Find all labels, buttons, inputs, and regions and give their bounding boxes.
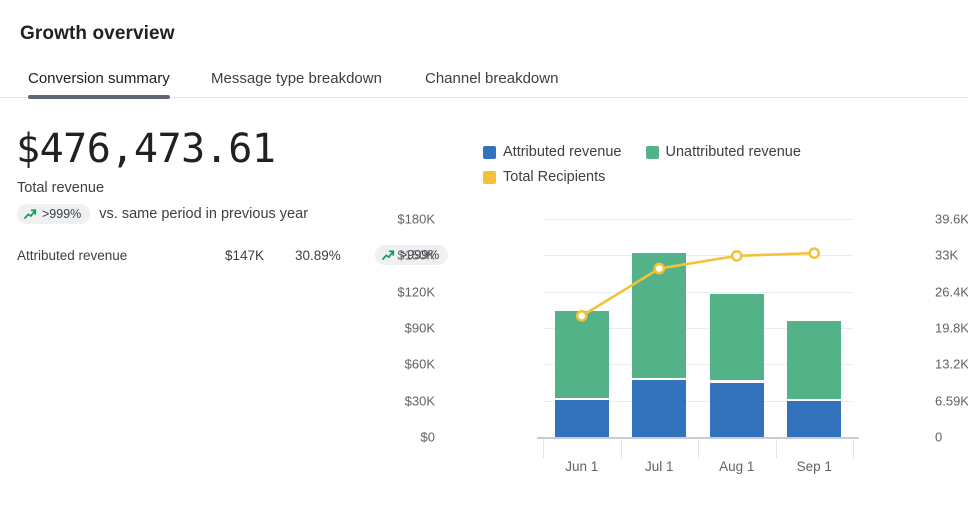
total-recipients-line [575,247,821,322]
y-axis-right-tick: 0 [935,429,943,445]
x-axis-tick [543,439,544,458]
y-axis-left-tick: $120K [397,284,435,300]
x-axis-label: Sep 1 [796,459,832,474]
y-axis-left-tick: $180K [397,211,435,227]
tab-message-type-breakdown[interactable]: Message type breakdown [211,58,382,98]
page-title: Growth overview [20,23,175,44]
legend-label: Total Recipients [503,169,606,185]
chart-legend: Attributed revenue Unattributed revenue … [483,144,903,194]
trend-up-icon [24,208,37,221]
legend-item-attributed-revenue[interactable]: Attributed revenue [483,144,622,160]
line-data-point[interactable] [653,262,666,275]
revenue-recipients-chart: $0 $30K $60K $90K $120K $150K $180K 0 6.59K 13.2K… [397,210,968,490]
legend-label: Attributed revenue [503,144,622,160]
tab-label: Channel breakdown [425,69,559,87]
y-axis-right-tick: 39.6K [935,211,968,227]
line-data-point[interactable] [808,247,821,260]
x-axis-label: Jul 1 [644,459,674,474]
legend-swatch-icon [645,145,659,159]
legend-swatch-icon [483,145,496,159]
x-axis-tick [620,439,622,458]
tab-channel-breakdown[interactable]: Channel breakdown [425,58,558,98]
total-revenue-label: Total revenue [17,180,105,196]
y-axis-left-tick: $60K [404,356,435,372]
metric-value: $147K [225,248,265,263]
y-axis-left-tick: $0 [420,429,435,445]
legend-item-total-recipients[interactable]: Total Recipients [483,169,605,185]
x-axis-tick [775,439,777,458]
growth-overview-page: Growth overview Conversion summary Messa… [0,0,968,506]
total-revenue-value: $476,473.61 [16,126,276,172]
y-axis-right-tick: 33K [935,247,959,263]
line-data-point[interactable] [575,309,588,322]
tab-bar: Conversion summary Message type breakdow… [0,58,968,99]
y-axis-right-tick: 13.2K [935,356,968,372]
y-axis-left-tick: $150K [397,247,435,263]
tab-label: Message type breakdown [211,69,382,87]
x-axis-tick [853,439,854,458]
y-axis-right-tick: 19.8K [935,320,968,336]
legend-label: Unattributed revenue [665,144,801,160]
tab-label: Conversion summary [28,69,170,87]
total-revenue-trend-row: >999% vs. same period in previous year [17,204,308,224]
legend-swatch-icon [483,170,496,184]
line-data-point[interactable] [730,249,743,262]
legend-item-unattributed-revenue[interactable]: Unattributed revenue [645,144,801,160]
total-revenue-trend-badge: >999% [17,204,91,224]
legend-row-1: Attributed revenue Unattributed revenue [483,144,903,160]
legend-row-2: Total Recipients [483,169,903,185]
chart-plot-area: $0 $30K $60K $90K $120K $150K $180K 0 6.59K 13.2K… [397,212,968,475]
y-axis-left-tick: $90K [404,320,435,336]
y-axis-right-tick: 6.59K [935,393,968,409]
tab-conversion-summary[interactable]: Conversion summary [28,58,170,99]
y-axis-right-tick: 26.4K [935,284,968,300]
metric-percent: 30.89% [295,248,341,263]
y-axis-left-tick: $30K [404,393,435,409]
trend-badge-text: >999% [42,207,82,221]
x-axis-label: Jun 1 [565,459,599,474]
x-axis-label: Aug 1 [719,459,755,474]
metric-label: Attributed revenue [17,248,128,263]
x-axis-tick [698,439,699,458]
comparison-text: vs. same period in previous year [99,206,309,222]
